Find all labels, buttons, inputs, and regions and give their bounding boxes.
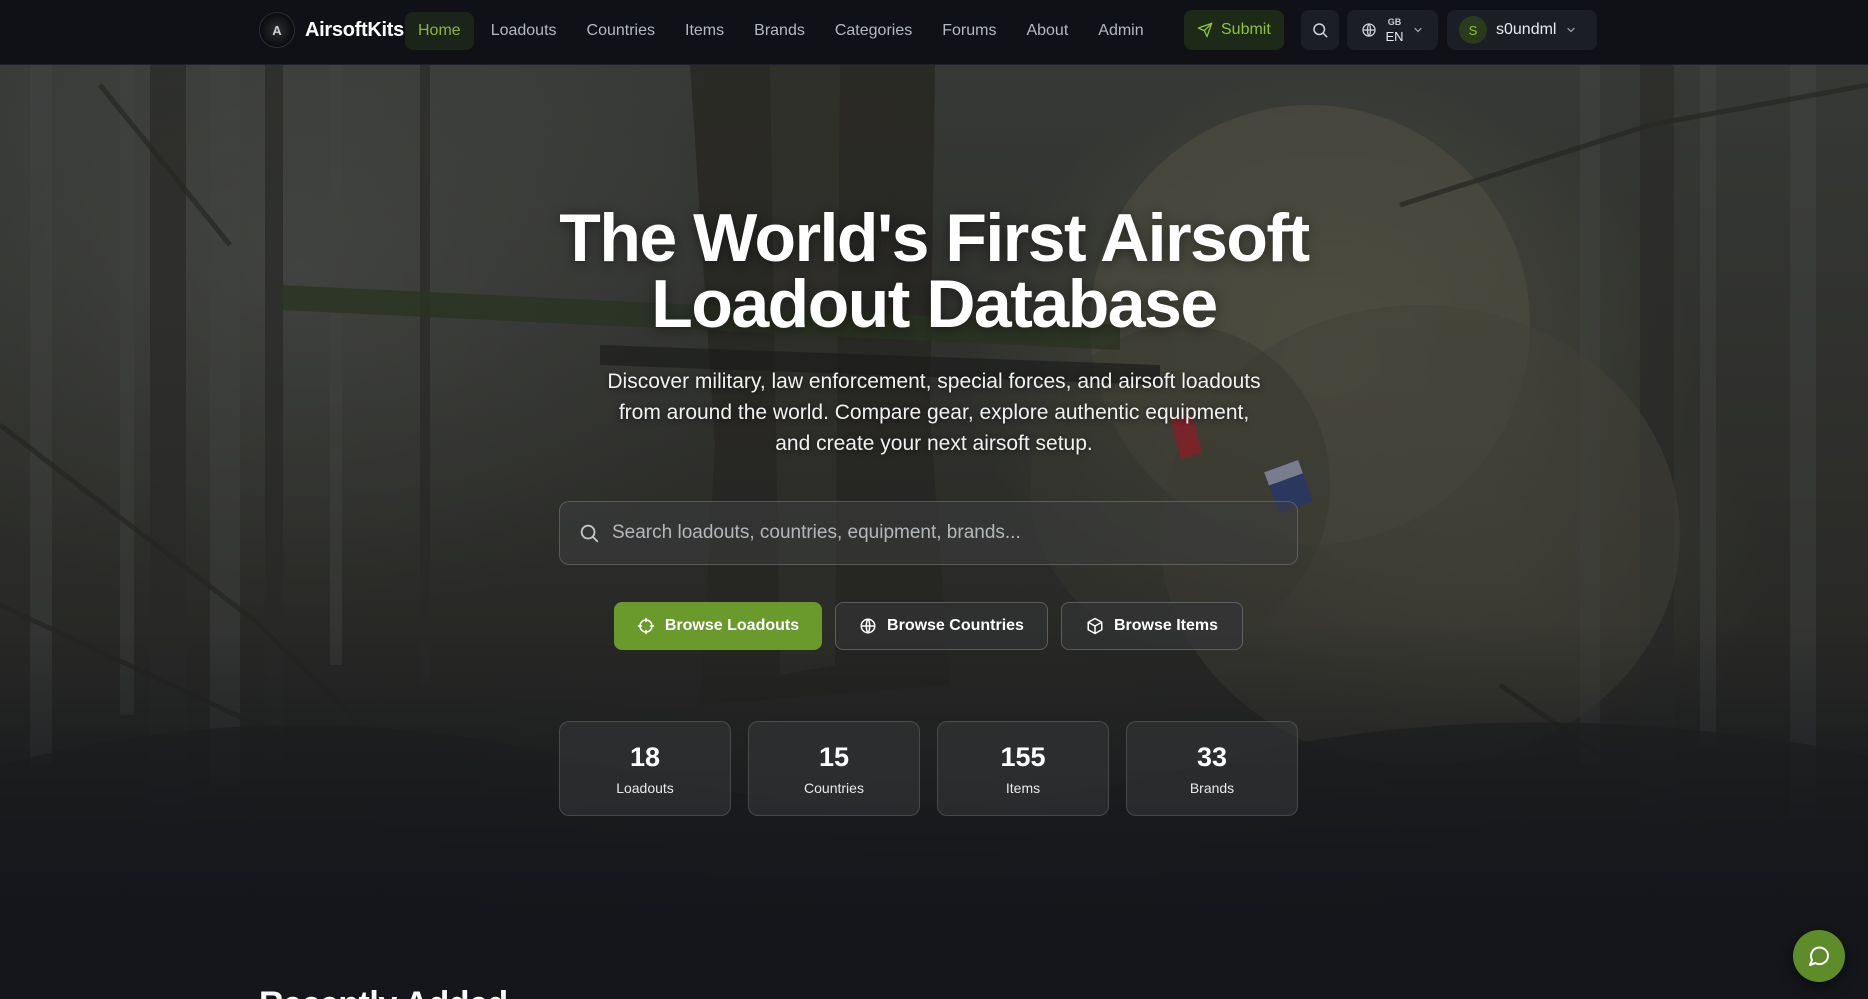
stat-label: Loadouts — [616, 779, 674, 796]
submit-label: Submit — [1221, 21, 1271, 38]
browse-loadouts-button[interactable]: Browse Loadouts — [614, 602, 822, 650]
stat-card-loadouts: 18 Loadouts — [559, 721, 731, 816]
chat-button[interactable] — [1793, 930, 1845, 982]
stat-card-items: 155 Items — [937, 721, 1109, 816]
nav-home[interactable]: Home — [405, 12, 474, 50]
stat-label: Countries — [804, 779, 864, 796]
box-icon — [1087, 617, 1103, 635]
chevron-down-icon — [1413, 27, 1422, 33]
chat-icon — [1809, 946, 1830, 966]
hero-subtitle-line3: and create your next airsoft setup. — [775, 432, 1093, 455]
stat-card-brands: 33 Brands — [1126, 721, 1298, 816]
nav-about[interactable]: About — [1013, 12, 1081, 50]
hero-search-input[interactable] — [612, 522, 1297, 544]
top-navbar: A AirsoftKits Home Loadouts Countries It… — [0, 0, 1868, 65]
hero-subtitle-line1: Discover military, law enforcement, spec… — [607, 370, 1261, 393]
brand-logo: A — [259, 12, 295, 48]
stat-label: Brands — [1189, 779, 1235, 796]
browse-items-label: Browse Items — [1113, 617, 1219, 634]
language-code: EN — [1385, 28, 1404, 44]
search-icon — [1313, 23, 1328, 38]
hero-subtitle: Discover military, law enforcement, spec… — [554, 366, 1314, 459]
hero-subtitle-line2: from around the world. Compare gear, exp… — [618, 401, 1250, 424]
language-label: GB EN — [1385, 16, 1404, 44]
search-icon — [580, 524, 599, 543]
browse-items-button[interactable]: Browse Items — [1061, 602, 1243, 650]
stat-value: 33 — [1196, 741, 1228, 772]
browse-loadouts-label: Browse Loadouts — [664, 617, 800, 634]
globe-icon — [860, 618, 876, 634]
nav-countries[interactable]: Countries — [574, 12, 668, 50]
hero-title-line1: The World's First Airsoft — [559, 200, 1310, 276]
crosshair-icon — [637, 617, 655, 635]
nav-forums[interactable]: Forums — [929, 12, 1009, 50]
nav-brands[interactable]: Brands — [741, 12, 818, 50]
section-heading: Recently Added — [259, 985, 508, 999]
stat-value: 15 — [818, 741, 850, 772]
nav-links: Home Loadouts Countries Items Brands Cat… — [405, 12, 1161, 50]
hero-title: The World's First Airsoft Loadout Databa… — [434, 204, 1434, 338]
chevron-down-icon — [1567, 27, 1576, 33]
logo-mark: A — [272, 22, 282, 38]
stat-label: Items — [1005, 779, 1041, 796]
nav-items[interactable]: Items — [672, 12, 737, 50]
submit-button[interactable]: Submit — [1184, 10, 1284, 50]
user-menu[interactable]: S s0undml — [1447, 10, 1597, 50]
brand-name: AirsoftKits — [305, 18, 404, 41]
hero-search — [559, 501, 1298, 565]
nav-admin[interactable]: Admin — [1085, 12, 1156, 50]
user-name: s0undml — [1496, 21, 1557, 38]
nav-categories[interactable]: Categories — [822, 12, 925, 50]
nav-search-button[interactable] — [1301, 10, 1339, 50]
language-selector[interactable]: GB EN — [1347, 10, 1438, 50]
stat-value: 18 — [629, 741, 661, 772]
stat-value: 155 — [1000, 741, 1046, 772]
brand-link[interactable]: A AirsoftKits — [259, 12, 404, 48]
send-icon — [1197, 22, 1213, 38]
browse-countries-label: Browse Countries — [887, 617, 1024, 634]
nav-loadouts[interactable]: Loadouts — [478, 12, 570, 50]
globe-icon — [1362, 22, 1377, 38]
hero-title-line2: Loadout Database — [651, 266, 1218, 342]
avatar: S — [1459, 16, 1487, 44]
language-flag: GB — [1387, 16, 1402, 27]
stat-card-countries: 15 Countries — [748, 721, 920, 816]
browse-countries-button[interactable]: Browse Countries — [835, 602, 1048, 650]
